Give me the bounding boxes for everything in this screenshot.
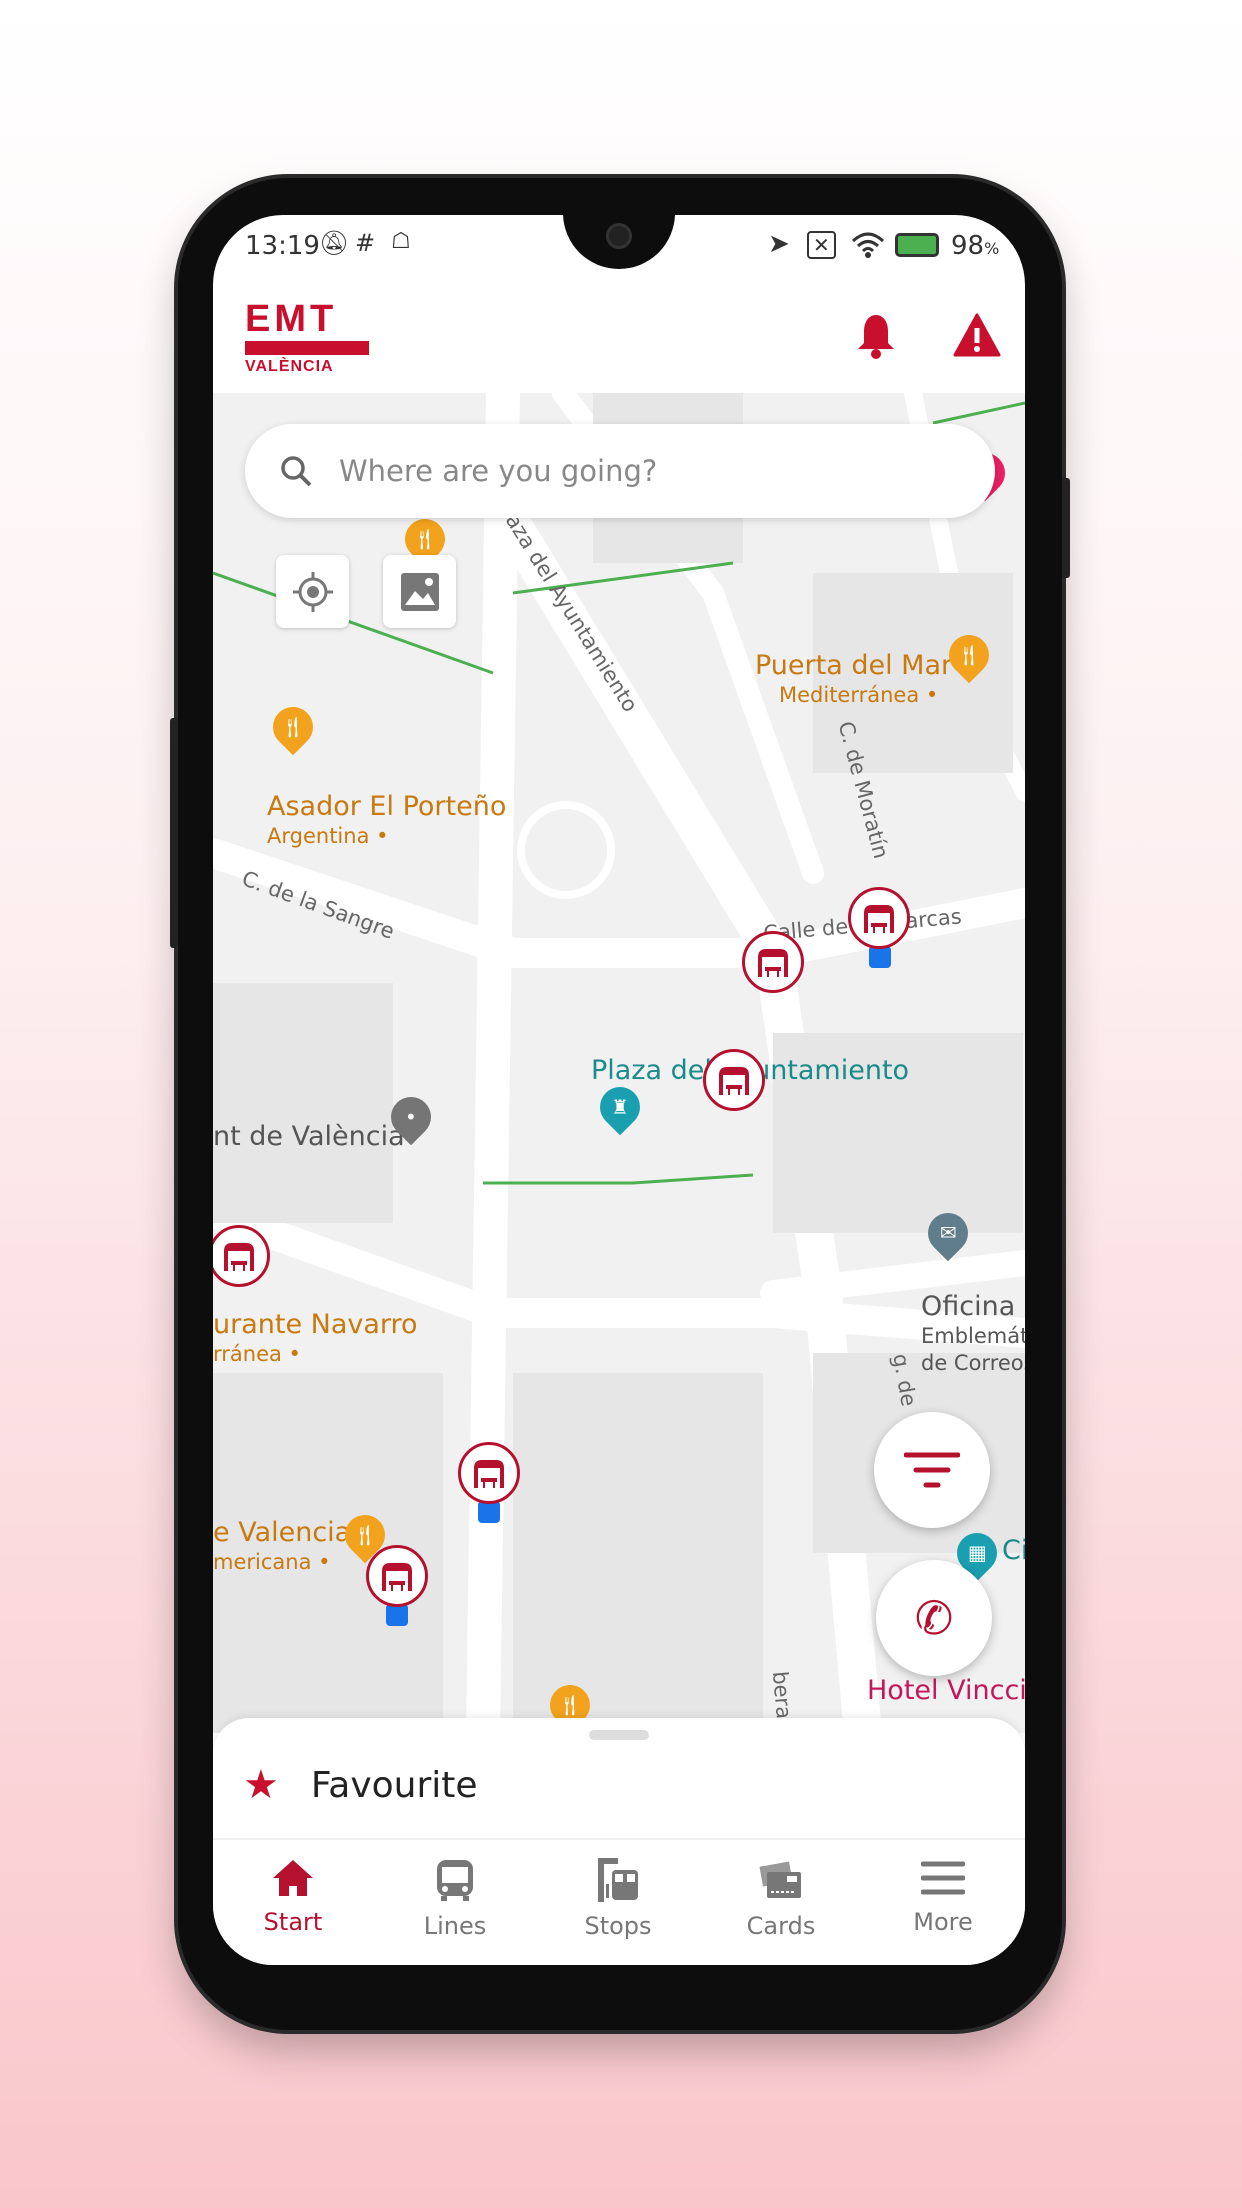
nav-label: Start [263, 1908, 323, 1936]
phone-icon: ✆ [914, 1591, 954, 1645]
nav-start[interactable]: Start [223, 1858, 363, 1936]
nav-lines[interactable]: Lines [385, 1858, 525, 1940]
nav-label: Lines [423, 1912, 487, 1940]
favourite-label: Favourite [310, 1764, 478, 1806]
emt-stop-marker[interactable] [848, 887, 910, 949]
logo-text: EMT [245, 298, 338, 340]
drag-handle[interactable] [589, 1730, 649, 1740]
place-correos[interactable]: Oficina dEmblemáti de Correos [921, 1293, 1025, 1374]
bottom-sheet[interactable]: ★ Favourite Start Lines Stops Cards More [213, 1718, 1025, 1965]
wifi-icon [851, 232, 885, 258]
battery-unit: % [984, 239, 1000, 258]
place-e-valencia[interactable]: e Valencia mericana • [213, 1519, 351, 1573]
no-sim-icon: ✕ [807, 231, 836, 259]
side-button [1062, 478, 1070, 578]
menu-icon [920, 1861, 966, 1895]
place-name: e Valencia [213, 1517, 352, 1548]
camera [606, 223, 632, 249]
status-time: 13:19 [245, 231, 320, 261]
search-bar[interactable]: Where are you going? [245, 424, 995, 518]
warning-icon[interactable] [953, 313, 1001, 357]
emt-logo[interactable]: EMT VALÈNCIA [245, 300, 369, 376]
nav-more[interactable]: More [873, 1858, 1013, 1936]
emt-stop-marker[interactable] [366, 1545, 428, 1607]
volume-button [170, 718, 178, 948]
bell-off-icon: 🔕︎ [319, 229, 350, 257]
logo-subtext: VALÈNCIA [245, 358, 334, 375]
slack-icon: # [355, 229, 376, 257]
place-sub: de Correos [921, 1351, 1025, 1375]
bus-shelter-icon [382, 1563, 412, 1591]
battery-icon [895, 233, 939, 257]
bus-shelter-icon [758, 949, 788, 977]
place-ci[interactable]: Ci [1002, 1537, 1025, 1564]
emt-stop-marker[interactable] [703, 1049, 765, 1111]
nav-cards[interactable]: Cards [711, 1858, 851, 1940]
bus-stop-marker-icon[interactable] [478, 1501, 500, 1523]
app-screen: 13:19 🔕︎ # ☖ ➤ ✕ 98% EMT VALÈNCIA Plaza … [213, 215, 1025, 1965]
call-button[interactable]: ✆ [876, 1560, 992, 1676]
bus-shelter-icon [224, 1243, 254, 1271]
star-icon: ★ [243, 1762, 279, 1808]
place-navarro[interactable]: urante Navarro rránea • [213, 1311, 418, 1365]
location-icon: ➤ [768, 229, 790, 259]
cards-icon [759, 1861, 801, 1898]
place-puerta-del-mar[interactable]: Puerta del Mar Mediterránea • [755, 652, 952, 706]
nav-stops[interactable]: Stops [548, 1858, 688, 1940]
place-hotel-vincci[interactable]: Hotel Vincci [867, 1677, 1025, 1704]
nav-label: More [913, 1908, 973, 1936]
place-sub: Emblemáti [921, 1324, 1025, 1348]
bus-shelter-icon [719, 1067, 749, 1095]
crosshair-icon [292, 571, 333, 612]
bus-shelter-icon [474, 1460, 504, 1488]
home-icon [273, 1860, 313, 1896]
map-layers-button[interactable] [383, 555, 456, 628]
divider [213, 1838, 1025, 1840]
bus-stop-icon [598, 1858, 638, 1902]
place-category: Mediterránea • [779, 683, 939, 707]
filter-icon [904, 1452, 960, 1488]
battery-percent: 98 [951, 231, 985, 261]
bus-stop-marker-icon[interactable] [869, 946, 891, 968]
logo-bar [245, 341, 369, 355]
search-icon [281, 456, 312, 487]
filter-button[interactable] [874, 1412, 990, 1528]
place-valencia[interactable]: nt de València [213, 1123, 405, 1150]
favourite-row[interactable]: ★ Favourite [243, 1762, 478, 1808]
bus-stop-marker-icon[interactable] [386, 1604, 408, 1626]
place-name: urante Navarro [213, 1309, 418, 1340]
emt-stop-marker[interactable] [458, 1442, 520, 1504]
place-name: Puerta del Mar [755, 650, 953, 681]
nav-label: Stops [584, 1912, 652, 1940]
place-name: Oficina d [921, 1291, 1025, 1322]
place-category: mericana • [213, 1550, 331, 1574]
bus-icon [437, 1860, 473, 1901]
search-input[interactable]: Where are you going? [339, 454, 657, 488]
bell-icon[interactable] [856, 313, 896, 359]
place-asador[interactable]: Asador El Porteño Argentina • [267, 793, 506, 847]
street-label: bera [767, 1670, 796, 1720]
place-category: Argentina • [267, 824, 389, 848]
nav-label: Cards [746, 1912, 816, 1940]
emt-stop-marker[interactable] [742, 931, 804, 993]
bus-shelter-icon [864, 905, 894, 933]
app-notification-icon: ☖ [391, 229, 411, 254]
place-name: Asador El Porteño [267, 791, 507, 822]
place-category: rránea • [213, 1342, 301, 1366]
locate-me-button[interactable] [276, 555, 349, 628]
image-icon [400, 572, 439, 611]
